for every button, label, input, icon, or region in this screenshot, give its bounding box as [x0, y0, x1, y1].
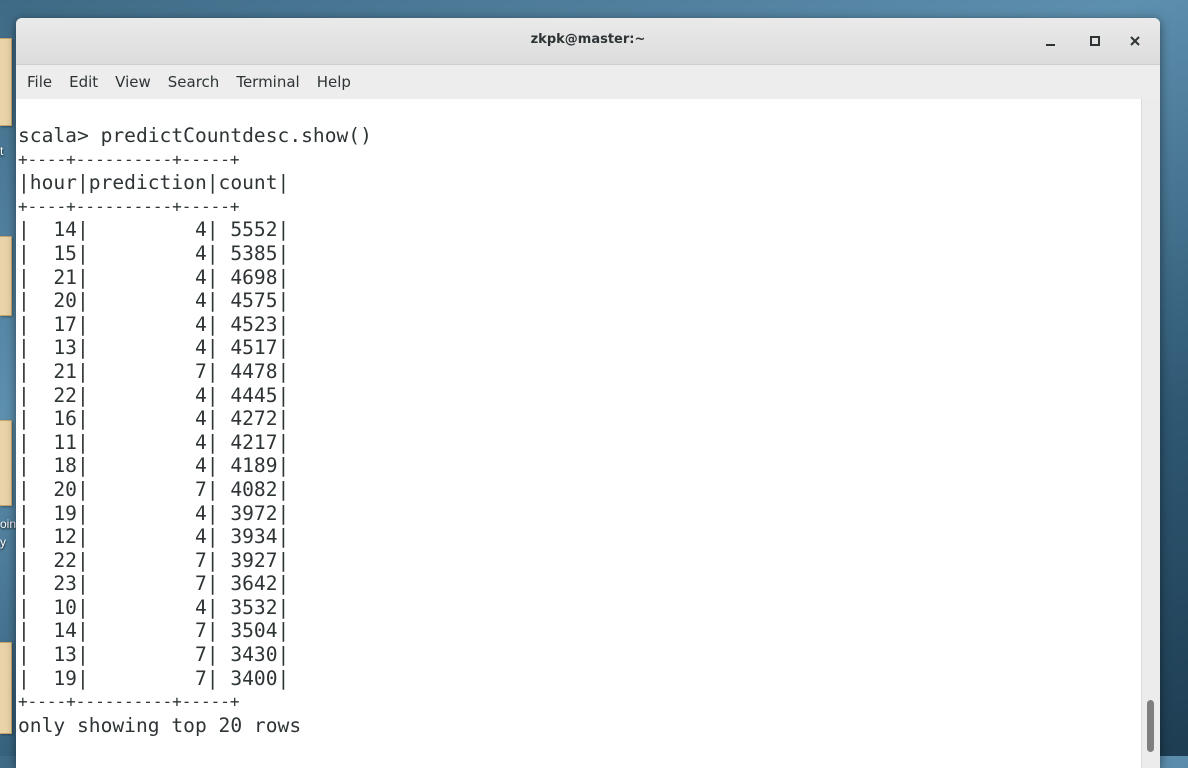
terminal-line-row: | 23| 7| 3642|	[18, 572, 290, 596]
scrollbar[interactable]	[1141, 99, 1160, 768]
terminal-line-row: | 22| 7| 3927|	[18, 548, 290, 572]
terminal-line-row: | 15| 4| 5385|	[18, 241, 290, 265]
terminal-line-row: | 16| 4| 4272|	[18, 407, 290, 431]
desktop-folder-icon[interactable]	[0, 38, 12, 126]
minimize-icon	[1046, 44, 1055, 46]
menu-bar: File Edit View Search Terminal Help	[16, 65, 1160, 100]
terminal-line-row: | 17| 4| 4523|	[18, 312, 290, 336]
terminal-line-header: |hour|prediction|count|	[18, 171, 290, 195]
desktop-icon-label: t	[0, 144, 4, 158]
close-icon	[1130, 36, 1140, 46]
close-button[interactable]	[1124, 30, 1146, 52]
terminal-line-row: | 13| 4| 4517|	[18, 336, 290, 360]
maximize-icon	[1090, 36, 1100, 46]
terminal-line-row: | 22| 4| 4445|	[18, 383, 290, 407]
terminal-line-border: +----+----------+-----+	[18, 692, 240, 712]
terminal-line-row: | 13| 7| 3430|	[18, 643, 290, 667]
terminal-line-row: | 18| 4| 4189|	[18, 454, 290, 478]
title-bar[interactable]: zkpk@master:~	[16, 18, 1160, 65]
terminal-line-row: | 20| 4| 4575|	[18, 289, 290, 313]
terminal-text: scala> predictCountdesc.show() +----+----…	[16, 124, 372, 737]
terminal-line-row: | 21| 7| 4478|	[18, 359, 290, 383]
maximize-button[interactable]	[1084, 30, 1106, 52]
desktop-folder-icon[interactable]	[0, 642, 12, 734]
menu-edit[interactable]: Edit	[62, 73, 108, 91]
menu-help[interactable]: Help	[310, 73, 361, 91]
menu-view[interactable]: View	[108, 73, 161, 91]
menu-terminal[interactable]: Terminal	[229, 73, 309, 91]
window-title: zkpk@master:~	[530, 32, 646, 47]
menu-search[interactable]: Search	[161, 73, 230, 91]
scrollbar-thumb[interactable]	[1147, 700, 1154, 752]
terminal-line-row: | 10| 4| 3532|	[18, 595, 290, 619]
terminal-line-row: | 19| 4| 3972|	[18, 501, 290, 525]
terminal-output[interactable]: scala> predictCountdesc.show() +----+----…	[16, 99, 1142, 768]
terminal-line-row: | 21| 4| 4698|	[18, 265, 290, 289]
desktop-folder-icon[interactable]	[0, 420, 12, 506]
terminal-line-row: | 12| 4| 3934|	[18, 525, 290, 549]
terminal-line-row: | 11| 4| 4217|	[18, 430, 290, 454]
menu-file[interactable]: File	[20, 73, 62, 91]
desktop-folder-icon[interactable]	[0, 236, 12, 316]
terminal-line-row: | 14| 4| 5552|	[18, 218, 290, 242]
terminal-window: zkpk@master:~ File Edit View Search Term…	[16, 18, 1160, 768]
terminal-line-command: scala> predictCountdesc.show()	[18, 124, 372, 147]
minimize-button[interactable]	[1040, 30, 1062, 52]
terminal-line-footer: only showing top 20 rows	[18, 713, 302, 737]
terminal-line-border: +----+----------+-----+	[18, 196, 240, 216]
terminal-line-row: | 19| 7| 3400|	[18, 666, 290, 690]
terminal-line-row: | 14| 7| 3504|	[18, 619, 290, 643]
terminal-line-border: +----+----------+-----+	[18, 149, 240, 169]
desktop-icon-label: oin	[0, 517, 17, 531]
desktop-icon-label: y	[0, 535, 6, 549]
terminal-line-row: | 20| 7| 4082|	[18, 477, 290, 501]
